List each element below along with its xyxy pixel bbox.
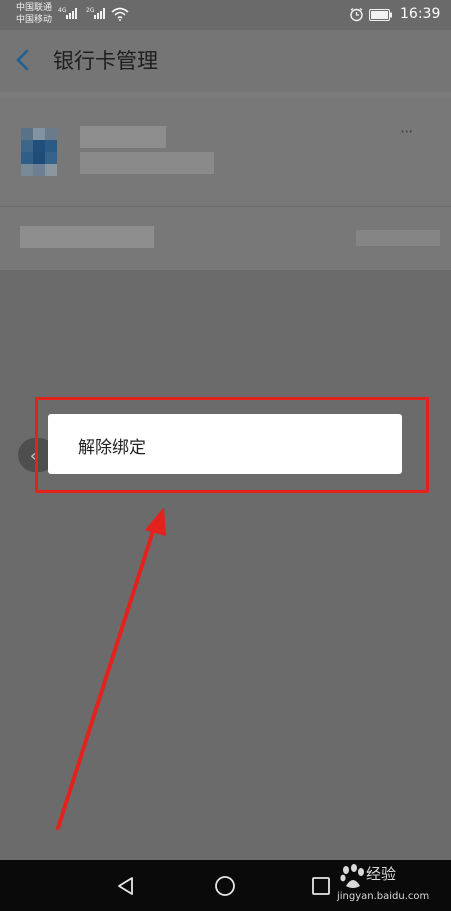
watermark-url: jingyan.baidu.com (337, 891, 430, 902)
recents-square-icon[interactable] (312, 877, 330, 895)
home-circle-icon[interactable] (214, 875, 236, 897)
back-triangle-icon[interactable] (116, 876, 136, 896)
baidu-paw-logo (340, 864, 364, 888)
watermark-brand: 经验 (366, 865, 397, 883)
annotation-arrow (56, 507, 166, 830)
